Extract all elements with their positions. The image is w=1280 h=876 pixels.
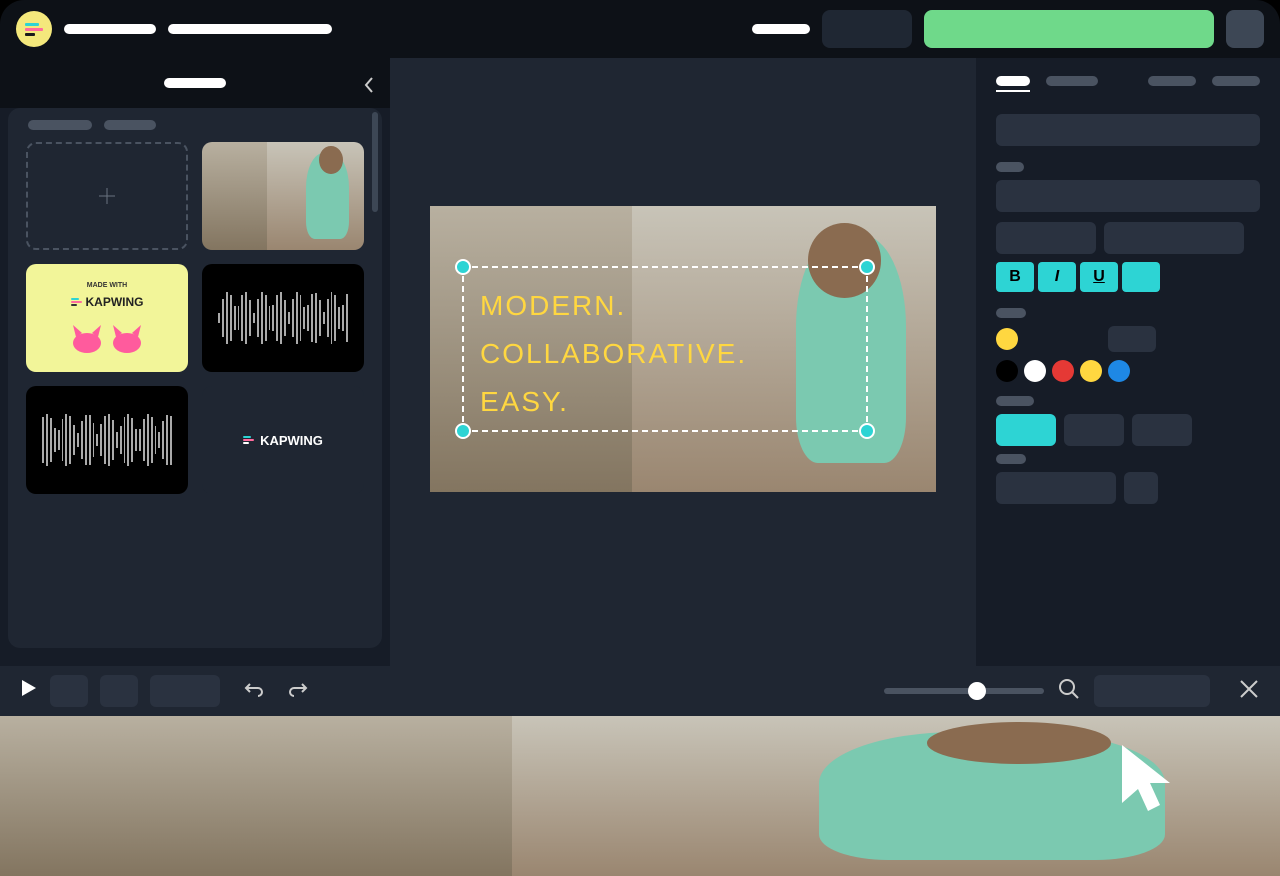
bold-button[interactable]: B: [996, 262, 1034, 292]
header-button-cta[interactable]: [924, 10, 1214, 48]
media-panel: MADE WITH KAPWING document.write(Array.f…: [8, 108, 382, 648]
avatar[interactable]: [1226, 10, 1264, 48]
overlay-text[interactable]: MODERN. COLLABORATIVE. EASY.: [464, 268, 866, 426]
font-weight-select[interactable]: [1104, 222, 1244, 254]
canvas[interactable]: MODERN. COLLABORATIVE. EASY.: [390, 58, 976, 666]
format-button-4[interactable]: [1122, 262, 1160, 292]
header-link[interactable]: [752, 24, 810, 34]
swatch-red[interactable]: [1052, 360, 1074, 382]
align-option-3[interactable]: [1132, 414, 1192, 446]
swatch-black[interactable]: [996, 360, 1018, 382]
prop-label-align: [996, 396, 1034, 406]
spacing-field-1[interactable]: [996, 472, 1116, 504]
text-selection-box[interactable]: MODERN. COLLABORATIVE. EASY.: [462, 266, 868, 432]
chevron-left-icon[interactable]: [362, 74, 376, 101]
swatch-white[interactable]: [1024, 360, 1046, 382]
zoom-slider[interactable]: [884, 688, 1044, 694]
sidebar-tab-1[interactable]: [28, 120, 92, 130]
logo[interactable]: [16, 11, 52, 47]
sidebar: MADE WITH KAPWING document.write(Array.f…: [0, 58, 390, 666]
prop-label-color: [996, 308, 1026, 318]
timeline[interactable]: document.write(Array.from({length:15},()…: [0, 716, 1280, 876]
resize-handle-br[interactable]: [859, 423, 875, 439]
panel-tab-3[interactable]: [1148, 76, 1196, 86]
redo-button[interactable]: [288, 681, 308, 702]
properties-panel: B I U: [976, 58, 1280, 666]
align-option-2[interactable]: [1064, 414, 1124, 446]
header-button-secondary[interactable]: [822, 10, 912, 48]
sidebar-header: [0, 58, 390, 108]
sidebar-tab-2[interactable]: [104, 120, 156, 130]
prop-label-spacing: [996, 454, 1026, 464]
timeline-ctrl-2[interactable]: [100, 675, 138, 707]
video-clip[interactable]: document.write(Array.from({length:14},()…: [30, 752, 970, 816]
sidebar-title: [164, 78, 226, 88]
swatch-blue[interactable]: [1108, 360, 1130, 382]
italic-button[interactable]: I: [1038, 262, 1076, 292]
resize-handle-bl[interactable]: [455, 423, 471, 439]
text-input-field[interactable]: [996, 114, 1260, 146]
align-option-active[interactable]: [996, 414, 1056, 446]
swatch-yellow[interactable]: [1080, 360, 1102, 382]
media-audio-thumb-1[interactable]: document.write(Array.from({length:34},(_…: [202, 264, 364, 372]
panel-tab-4[interactable]: [1212, 76, 1260, 86]
media-video-thumb[interactable]: [202, 142, 364, 250]
cats-icon: [62, 315, 152, 355]
scrollbar[interactable]: [372, 112, 378, 212]
zoom-thumb[interactable]: [968, 682, 986, 700]
undo-button[interactable]: [244, 681, 264, 702]
timeline-ctrl-1[interactable]: [50, 675, 88, 707]
spacing-field-2[interactable]: [1124, 472, 1158, 504]
timeline-controls: [0, 666, 1280, 716]
media-kapwing-dark[interactable]: KAPWING: [202, 386, 364, 494]
add-media-button[interactable]: [26, 142, 188, 250]
header-bar: [0, 0, 1280, 58]
play-button[interactable]: [20, 678, 38, 704]
media-kapwing-card[interactable]: MADE WITH KAPWING: [26, 264, 188, 372]
resize-handle-tl[interactable]: [455, 259, 471, 275]
search-icon[interactable]: [1058, 678, 1080, 705]
color-hex-field[interactable]: [1108, 326, 1156, 352]
timeline-ctrl-3[interactable]: [150, 675, 220, 707]
font-size-field[interactable]: [996, 222, 1096, 254]
prop-label-font: [996, 162, 1024, 172]
resize-handle-tr[interactable]: [859, 259, 875, 275]
font-family-select[interactable]: [996, 180, 1260, 212]
cursor-icon: [1112, 739, 1184, 828]
zoom-value-field[interactable]: [1094, 675, 1210, 707]
current-text-color[interactable]: [996, 328, 1018, 350]
panel-tab-2[interactable]: [1046, 76, 1098, 86]
close-icon[interactable]: [1238, 678, 1260, 705]
video-frame[interactable]: MODERN. COLLABORATIVE. EASY.: [430, 206, 936, 492]
project-name[interactable]: [64, 24, 156, 34]
panel-tab-active[interactable]: [996, 76, 1030, 86]
underline-button[interactable]: U: [1080, 262, 1118, 292]
main-area: MADE WITH KAPWING document.write(Array.f…: [0, 58, 1280, 666]
media-audio-thumb-2[interactable]: document.write(Array.from({length:34},(_…: [26, 386, 188, 494]
breadcrumb[interactable]: [168, 24, 332, 34]
